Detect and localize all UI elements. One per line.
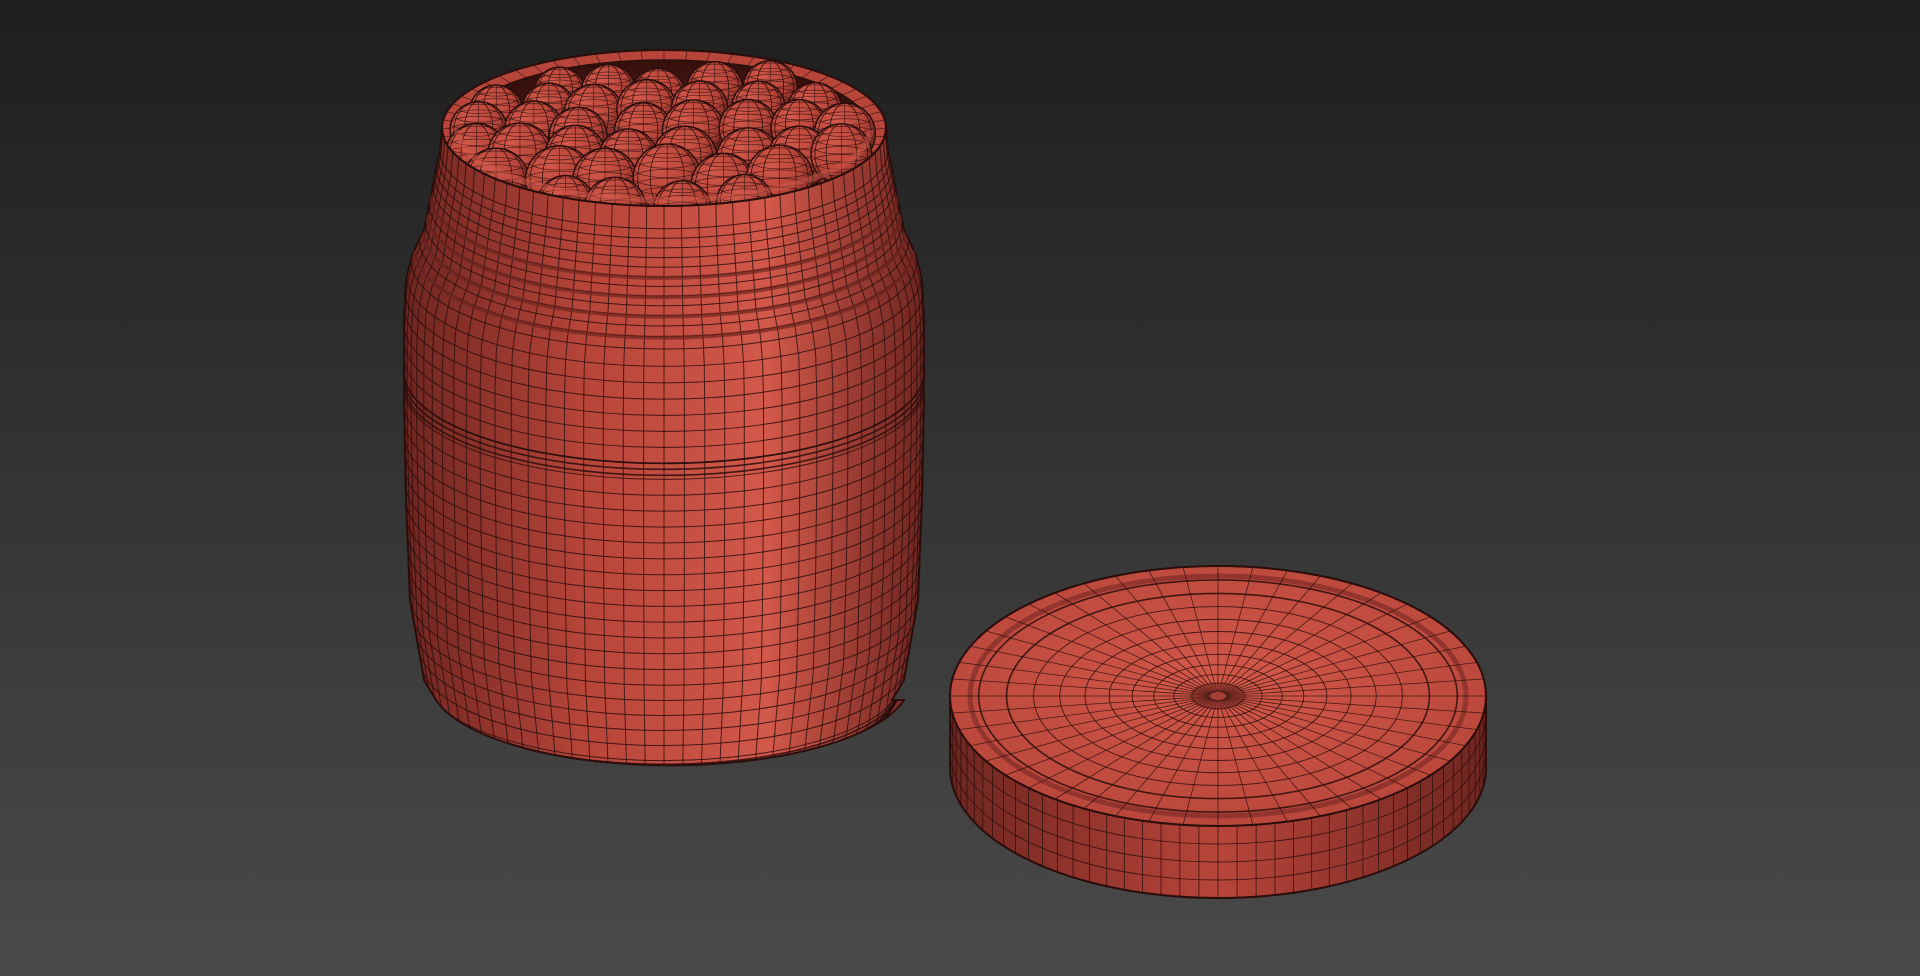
scene-canvas <box>0 0 1920 976</box>
3d-viewport[interactable] <box>0 0 1920 976</box>
lid-wireframe <box>950 566 1486 826</box>
viewport-background <box>0 0 1920 976</box>
jar-lid-mesh[interactable] <box>949 565 1487 899</box>
jar-mesh[interactable] <box>403 49 925 815</box>
